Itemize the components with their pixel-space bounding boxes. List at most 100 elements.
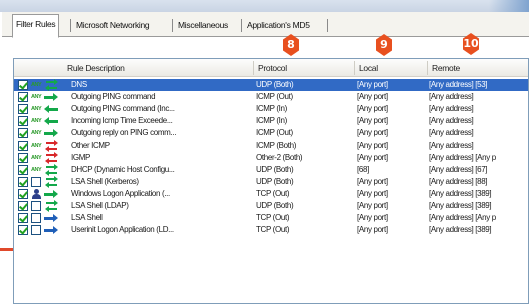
table-row[interactable]: ANY Other ICMP ICMP (Both) [Any port] [Any a… xyxy=(14,139,528,152)
user-icon xyxy=(31,188,41,200)
rule-protocol: ICMP (Out) xyxy=(256,92,293,102)
tab-microsoft-networking[interactable]: Microsoft Networking xyxy=(73,16,152,37)
tab-separator xyxy=(172,19,173,32)
rule-description: LSA Shell (Kerberos) xyxy=(71,176,139,186)
rule-enabled-checkbox[interactable] xyxy=(18,152,28,163)
any-zone-icon: ANY xyxy=(31,118,42,125)
rule-local-port: [68] xyxy=(357,164,369,174)
rule-description: Outgoing reply on PING comm... xyxy=(71,128,177,138)
rule-remote-address: [Any address] [Any p xyxy=(429,152,496,162)
rule-protocol: TCP (Out) xyxy=(256,225,290,235)
arrow-shape xyxy=(45,169,57,176)
table-row[interactable]: Userinit Logon Application (LD... TCP (Ou… xyxy=(14,224,528,236)
rule-protocol: UDP (Both) xyxy=(256,176,294,186)
rule-enabled-checkbox[interactable] xyxy=(18,201,28,211)
pointer-arrow xyxy=(0,245,18,253)
tab-separator xyxy=(327,19,328,32)
rule-enabled-checkbox[interactable] xyxy=(18,164,28,175)
tab-applications-md5[interactable]: Application's MD5 xyxy=(244,16,313,37)
table-row[interactable]: ANY Outgoing PING command (Inc... ICMP (In… xyxy=(14,103,528,115)
rule-description: DHCP (Dynamic Host Configu... xyxy=(71,164,175,174)
arrow-shape xyxy=(45,206,57,212)
rule-local-port: [Any port] xyxy=(357,152,388,162)
outgoing-arrow-icon xyxy=(43,212,59,224)
arrow-shape xyxy=(44,93,58,102)
both-directions-arrows-icon xyxy=(43,163,59,176)
any-zone-icon: ANY xyxy=(31,130,42,137)
rule-description: Userinit Logon Application (LD... xyxy=(71,225,174,235)
rule-enabled-checkbox[interactable] xyxy=(18,128,28,139)
rule-description: LSA Shell xyxy=(71,213,103,223)
tab-miscellaneous[interactable]: Miscellaneous xyxy=(175,16,231,37)
both-directions-arrows-icon xyxy=(43,175,59,188)
rule-remote-address: [Any address] [389] xyxy=(429,225,492,235)
rule-local-port: [Any port] xyxy=(357,176,388,186)
rule-enabled-checkbox[interactable] xyxy=(18,225,28,236)
rule-enabled-checkbox[interactable] xyxy=(18,213,28,224)
column-header-remote[interactable]: Remote xyxy=(428,59,528,77)
table-row[interactable]: ANY DNS UDP (Both) [Any port] [Any address] … xyxy=(14,79,528,91)
rule-enabled-checkbox[interactable] xyxy=(18,188,28,199)
rule-enabled-checkbox[interactable] xyxy=(18,176,28,187)
rule-protocol: UDP (Both) xyxy=(256,164,294,174)
arrow-shape xyxy=(45,157,57,164)
rule-enabled-checkbox[interactable] xyxy=(18,92,28,103)
zone-box-icon xyxy=(31,176,41,187)
filter-rules-list[interactable]: Rule Description Protocol Local Remote A… xyxy=(13,58,529,304)
rule-remote-address: [Any address] xyxy=(429,140,474,150)
rule-enabled-checkbox[interactable] xyxy=(18,80,28,90)
table-row[interactable]: Windows Logon Application (... TCP (Out) [… xyxy=(14,188,528,200)
rule-protocol: ICMP (Both) xyxy=(256,140,297,150)
rule-local-port: [Any port] xyxy=(357,188,388,198)
rule-remote-address: [Any address] [67] xyxy=(429,164,488,174)
rule-local-port: [Any port] xyxy=(357,225,388,235)
incoming-arrow-icon xyxy=(43,103,59,115)
table-row[interactable]: LSA Shell TCP (Out) [Any port] [Any address… xyxy=(14,212,528,224)
rule-local-port: [Any port] xyxy=(357,92,388,102)
arrow-shape xyxy=(44,117,58,126)
blocked-both-arrows-icon xyxy=(43,139,59,152)
column-header-protocol[interactable]: Protocol xyxy=(254,59,354,77)
rule-description: Outgoing PING command (Inc... xyxy=(71,104,175,114)
table-row[interactable]: ANY Incoming Icmp Time Exceede... ICMP (In… xyxy=(14,115,528,127)
rule-remote-address: [Any address] xyxy=(429,92,474,102)
rule-local-port: [Any port] xyxy=(357,213,388,223)
column-header-description[interactable]: Rule Description xyxy=(63,59,253,77)
arrow-shape xyxy=(44,105,58,114)
rule-enabled-checkbox[interactable] xyxy=(18,116,28,127)
rule-remote-address: [Any address] xyxy=(429,104,474,114)
arrow-shape xyxy=(44,189,58,198)
rule-remote-address: [Any address] [88] xyxy=(429,176,488,186)
table-row[interactable]: ANY Outgoing reply on PING comm... ICMP (O… xyxy=(14,127,528,139)
rule-remote-address: [Any address] xyxy=(429,128,474,138)
arrow-shape xyxy=(45,145,57,152)
rule-description: LSA Shell (LDAP) xyxy=(71,201,129,210)
rule-protocol: Other-2 (Both) xyxy=(256,152,303,162)
arrow-shape xyxy=(45,181,57,188)
table-row[interactable]: LSA Shell (Kerberos) UDP (Both) [Any port]… xyxy=(14,175,528,188)
table-row[interactable]: ANY Outgoing PING command ICMP (Out) [Any p… xyxy=(14,91,528,103)
any-zone-icon: ANY xyxy=(31,82,42,88)
incoming-arrow-icon xyxy=(43,115,59,127)
column-header-local[interactable]: Local xyxy=(355,59,427,77)
tab-separator xyxy=(241,19,242,32)
rule-enabled-checkbox[interactable] xyxy=(18,140,28,151)
table-row[interactable]: LSA Shell (LDAP) UDP (Both) [Any port] [Any… xyxy=(14,200,528,212)
arrow-shape xyxy=(46,139,58,146)
rule-remote-address: [Any address] [Any p xyxy=(429,213,496,223)
tab-filter-rules[interactable]: Filter Rules xyxy=(12,14,60,38)
any-zone-icon: ANY xyxy=(31,106,42,113)
rule-protocol: ICMP (Out) xyxy=(256,128,293,138)
rule-local-port: [Any port] xyxy=(357,128,388,138)
user-body xyxy=(32,193,41,199)
rule-local-port: [Any port] xyxy=(357,104,388,114)
table-row[interactable]: ANY IGMP Other-2 (Both) [Any port] [Any addr… xyxy=(14,151,528,164)
table-row[interactable]: ANY DHCP (Dynamic Host Configu... UDP (Bot… xyxy=(14,163,528,176)
rule-description: DNS xyxy=(71,80,87,89)
outgoing-arrow-icon xyxy=(43,91,59,103)
both-directions-arrows-icon xyxy=(43,200,59,212)
zone-box-icon xyxy=(31,213,41,224)
rule-description: Windows Logon Application (... xyxy=(71,188,170,198)
arrow-shape xyxy=(44,129,58,138)
rule-enabled-checkbox[interactable] xyxy=(18,104,28,115)
